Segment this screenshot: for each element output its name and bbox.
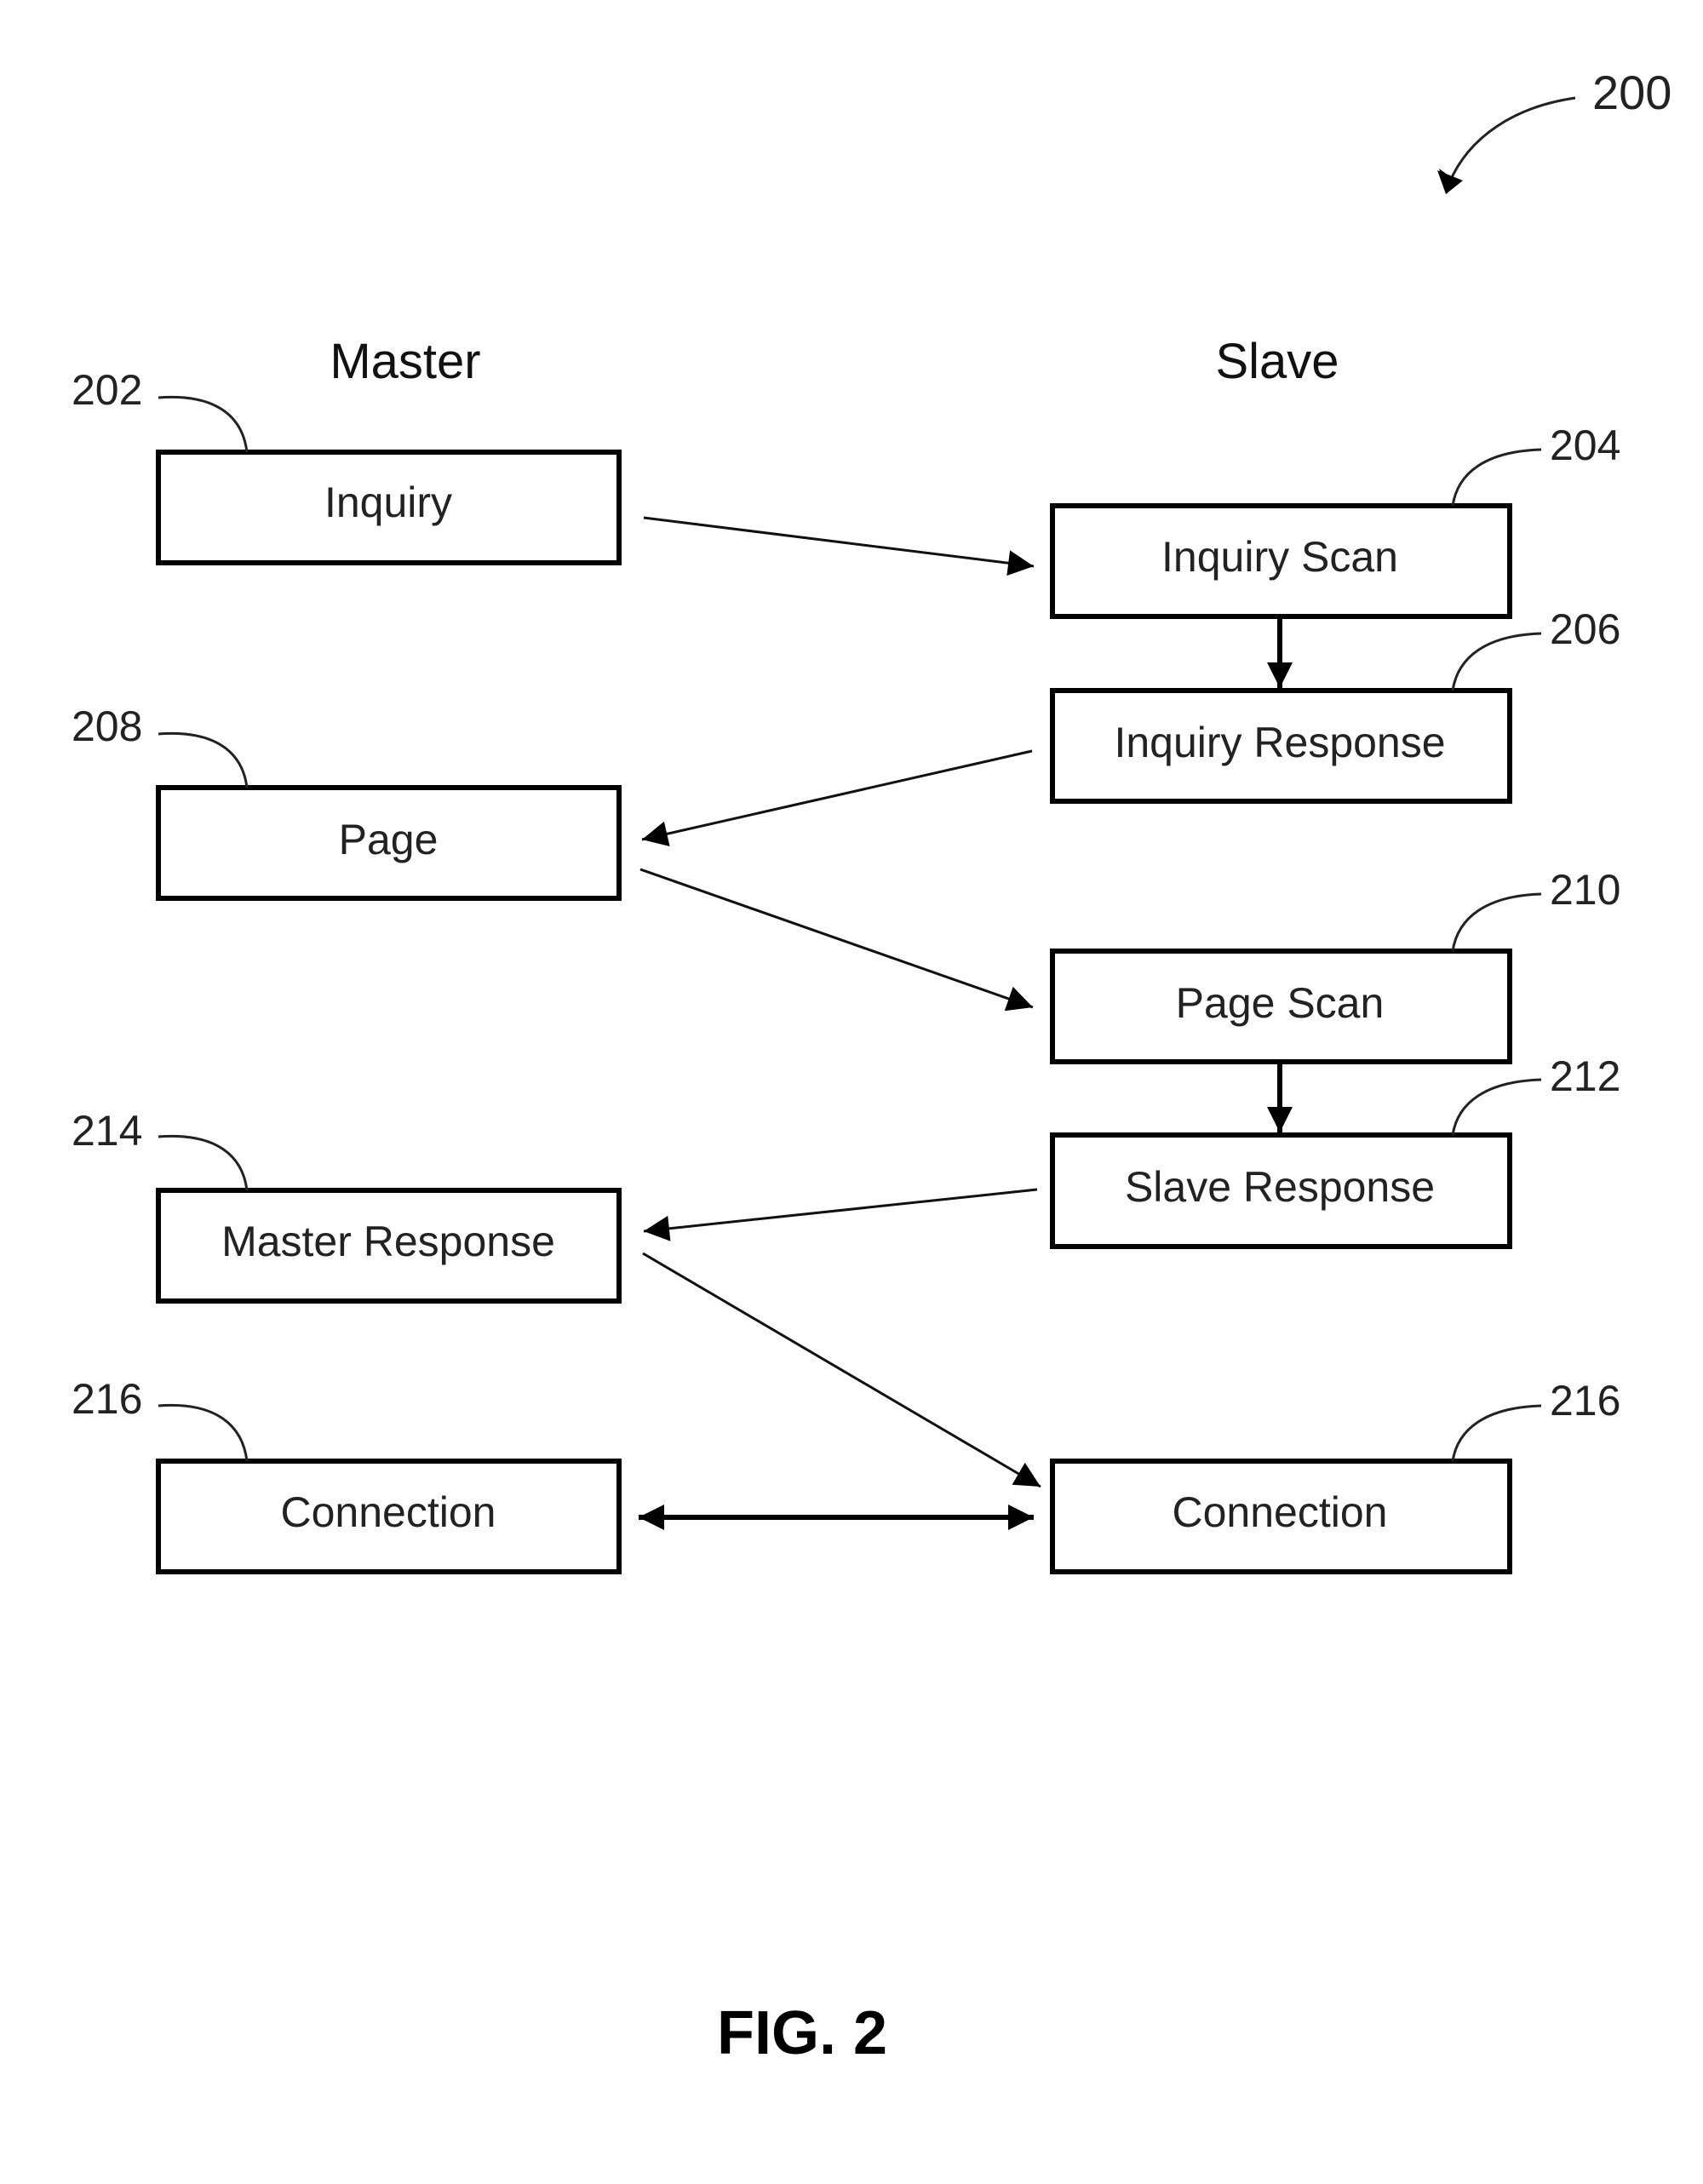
- box-inquiry-scan: Inquiry Scan: [1050, 503, 1512, 619]
- leader-214: [158, 1134, 249, 1191]
- column-header-slave: Slave: [1215, 334, 1339, 389]
- leader-204: [1451, 448, 1542, 507]
- box-page: Page: [156, 785, 622, 901]
- box-inquiry-scan-label: Inquiry Scan: [1161, 533, 1398, 581]
- box-slave-connection-label: Connection: [1173, 1488, 1388, 1536]
- ref-202: 202: [72, 366, 142, 414]
- diagram-canvas: 200 Master Slave Inquiry 202 Inquiry Sca…: [72, 66, 1671, 2067]
- box-inquiry-label: Inquiry: [324, 479, 452, 526]
- box-inquiry-response: Inquiry Response: [1050, 688, 1512, 804]
- box-inquiry: Inquiry: [156, 450, 622, 565]
- leader-202: [158, 395, 249, 453]
- box-slave-response-label: Slave Response: [1125, 1163, 1435, 1211]
- box-page-scan-label: Page Scan: [1176, 979, 1385, 1027]
- leader-216-master: [158, 1403, 249, 1462]
- leader-212: [1451, 1078, 1542, 1136]
- ref-204: 204: [1550, 421, 1620, 469]
- leader-216-slave: [1451, 1404, 1542, 1462]
- column-header-master: Master: [330, 334, 480, 389]
- box-master-connection: Connection: [156, 1459, 622, 1574]
- box-inquiry-response-label: Inquiry Response: [1114, 719, 1445, 766]
- ref-216-slave: 216: [1550, 1377, 1620, 1424]
- arrow-master-response-to-slave-connection: [642, 1252, 1041, 1488]
- box-master-response: Master Response: [156, 1188, 622, 1304]
- box-page-scan: Page Scan: [1050, 949, 1512, 1064]
- ref-214: 214: [72, 1107, 142, 1155]
- arrow-inquiry-to-inquiry-scan: [643, 516, 1035, 576]
- ref-210: 210: [1550, 866, 1620, 914]
- box-slave-connection: Connection: [1050, 1459, 1512, 1574]
- leader-208: [158, 731, 249, 788]
- figure-reference-leader: [1448, 96, 1576, 184]
- leader-206: [1451, 632, 1542, 691]
- ref-212: 212: [1550, 1052, 1620, 1100]
- box-slave-response: Slave Response: [1050, 1132, 1512, 1249]
- figure-reference-number: 200: [1592, 66, 1671, 119]
- ref-208: 208: [72, 702, 142, 750]
- box-page-label: Page: [339, 816, 439, 863]
- box-master-connection-label: Connection: [281, 1488, 496, 1536]
- figure-caption: FIG. 2: [717, 1999, 887, 2067]
- arrow-slave-response-to-master-response: [643, 1188, 1038, 1241]
- arrow-inquiry-response-to-page: [641, 749, 1033, 846]
- leader-210: [1451, 892, 1542, 952]
- arrow-page-to-page-scan: [639, 868, 1034, 1012]
- box-master-response-label: Master Response: [221, 1218, 555, 1265]
- ref-216-master: 216: [72, 1375, 142, 1423]
- ref-206: 206: [1550, 605, 1620, 653]
